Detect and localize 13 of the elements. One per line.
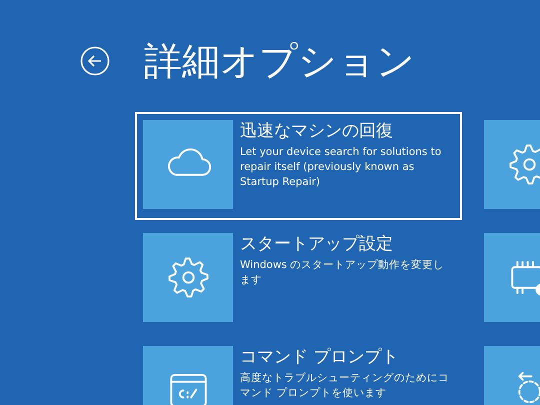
option-card[interactable]: 迅速なマシンの回復 Let your device search for solutions to repair itself (previously known as Startup Repair) (135, 112, 462, 220)
back-button[interactable] (80, 46, 110, 76)
option-description: Let your device search for solutions to repair itself (previously known as Startup Repair) (240, 145, 442, 190)
option-card[interactable]: コマンド プロンプト 高度なトラブルシューティングのためにコマンド プロンプトを使います (135, 338, 462, 405)
option-description: 高度なトラブルシューティングのためにコマンド プロンプトを使います (240, 371, 450, 401)
page-title: 詳細オプション (144, 40, 415, 82)
option-description: Windows のスタートアップ動作を変更します (240, 258, 446, 288)
option-card[interactable]: スタートアップ設定 Windows のスタートアップ動作を変更します (135, 225, 462, 333)
option-title: 迅速なマシンの回復 (240, 120, 394, 142)
option-title: コマンド プロンプト (240, 346, 400, 368)
option-title: スタートアップ設定 (240, 233, 394, 255)
gear-icon (166, 255, 210, 300)
gear-icon (506, 142, 540, 187)
